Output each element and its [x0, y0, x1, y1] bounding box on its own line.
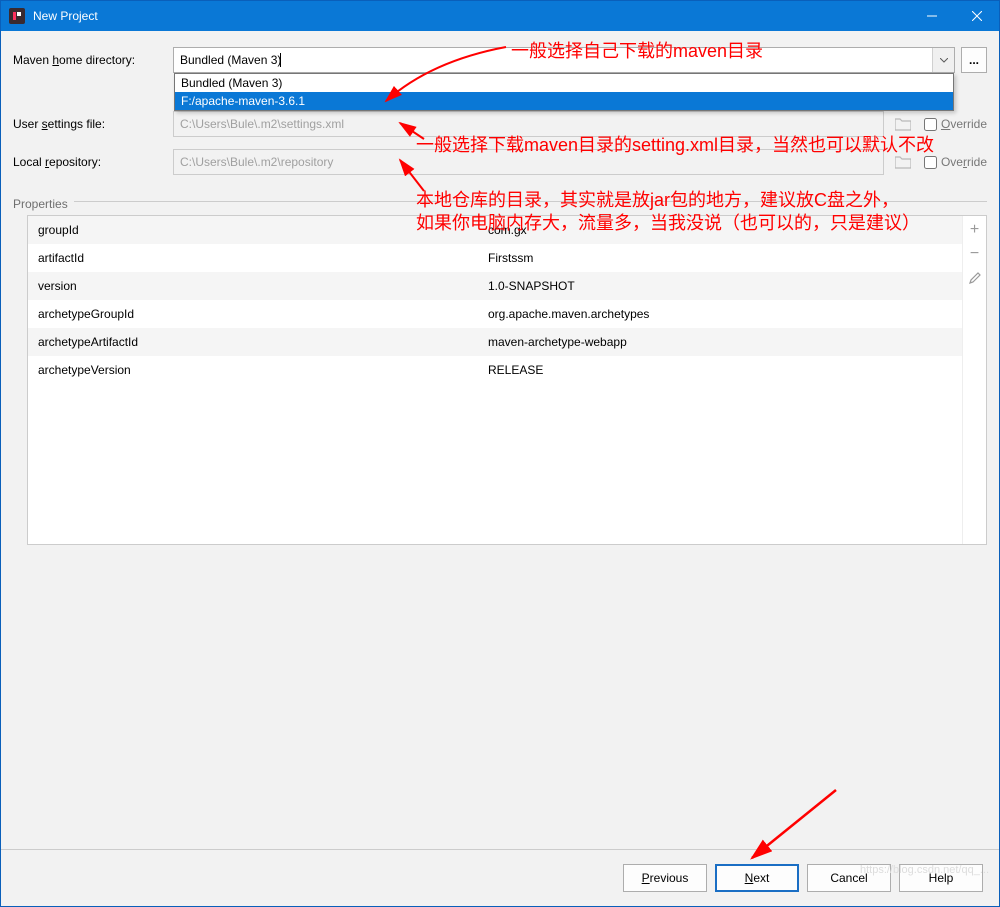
- properties-header-row: Properties: [13, 187, 987, 215]
- table-row[interactable]: artifactIdFirstssm: [28, 244, 962, 272]
- dropdown-option-bundled[interactable]: Bundled (Maven 3): [175, 74, 953, 92]
- next-button[interactable]: Next: [715, 864, 799, 892]
- browse-button[interactable]: ...: [961, 47, 987, 73]
- local-repo-label: Local repository:: [13, 155, 173, 169]
- user-settings-field: C:\Users\Bule\.m2\settings.xml: [173, 111, 884, 137]
- override-repo-checkbox[interactable]: Override: [924, 155, 987, 169]
- table-row[interactable]: archetypeVersionRELEASE: [28, 356, 962, 384]
- maven-home-label: Maven home directory:: [13, 53, 173, 67]
- maven-home-combo[interactable]: Bundled (Maven 3) Bundled (Maven 3) F:/a…: [173, 47, 955, 73]
- properties-body: groupIdcom.gx artifactIdFirstssm version…: [28, 216, 962, 544]
- combo-wrap: Bundled (Maven 3) Bundled (Maven 3) F:/a…: [173, 47, 987, 73]
- table-row[interactable]: archetypeGroupIdorg.apache.maven.archety…: [28, 300, 962, 328]
- chevron-down-icon[interactable]: [932, 48, 954, 72]
- table-side-buttons: + −: [962, 216, 986, 544]
- browse-settings-button[interactable]: [890, 111, 916, 137]
- maven-home-row: Maven home directory: Bundled (Maven 3) …: [13, 47, 987, 73]
- cancel-button[interactable]: Cancel: [807, 864, 891, 892]
- local-repo-field: C:\Users\Bule\.m2\repository: [173, 149, 884, 175]
- override-repo-check[interactable]: [924, 156, 937, 169]
- maven-home-dropdown: Bundled (Maven 3) F:/apache-maven-3.6.1: [174, 73, 954, 111]
- local-repo-row: Local repository: C:\Users\Bule\.m2\repo…: [13, 149, 987, 175]
- override-settings-check[interactable]: [924, 118, 937, 131]
- footer: Previous Next Cancel Help: [13, 864, 987, 898]
- properties-table: groupIdcom.gx artifactIdFirstssm version…: [27, 215, 987, 545]
- maven-home-value: Bundled (Maven 3): [180, 53, 281, 67]
- edit-row-button[interactable]: [965, 268, 985, 288]
- remove-row-button[interactable]: −: [965, 244, 985, 264]
- help-button[interactable]: Help: [899, 864, 983, 892]
- add-row-button[interactable]: +: [965, 220, 985, 240]
- properties-header: Properties: [13, 197, 68, 211]
- browse-repo-button[interactable]: [890, 149, 916, 175]
- close-button[interactable]: [954, 1, 999, 31]
- previous-button[interactable]: Previous: [623, 864, 707, 892]
- window-buttons: [909, 1, 999, 31]
- user-settings-label: User settings file:: [13, 117, 173, 131]
- app-icon: [9, 8, 25, 24]
- text-cursor: [280, 53, 281, 67]
- window: New Project Maven home directory: Bundle…: [0, 0, 1000, 907]
- table-row[interactable]: version1.0-SNAPSHOT: [28, 272, 962, 300]
- override-settings-checkbox[interactable]: Override: [924, 117, 987, 131]
- user-settings-row: User settings file: C:\Users\Bule\.m2\se…: [13, 111, 987, 137]
- divider: [74, 201, 987, 202]
- table-row[interactable]: archetypeArtifactIdmaven-archetype-webap…: [28, 328, 962, 356]
- content: Maven home directory: Bundled (Maven 3) …: [1, 31, 999, 906]
- minimize-button[interactable]: [909, 1, 954, 31]
- window-title: New Project: [33, 9, 909, 23]
- table-row[interactable]: groupIdcom.gx: [28, 216, 962, 244]
- dropdown-option-custom[interactable]: F:/apache-maven-3.6.1: [175, 92, 953, 110]
- titlebar: New Project: [1, 1, 999, 31]
- footer-divider: [1, 849, 999, 850]
